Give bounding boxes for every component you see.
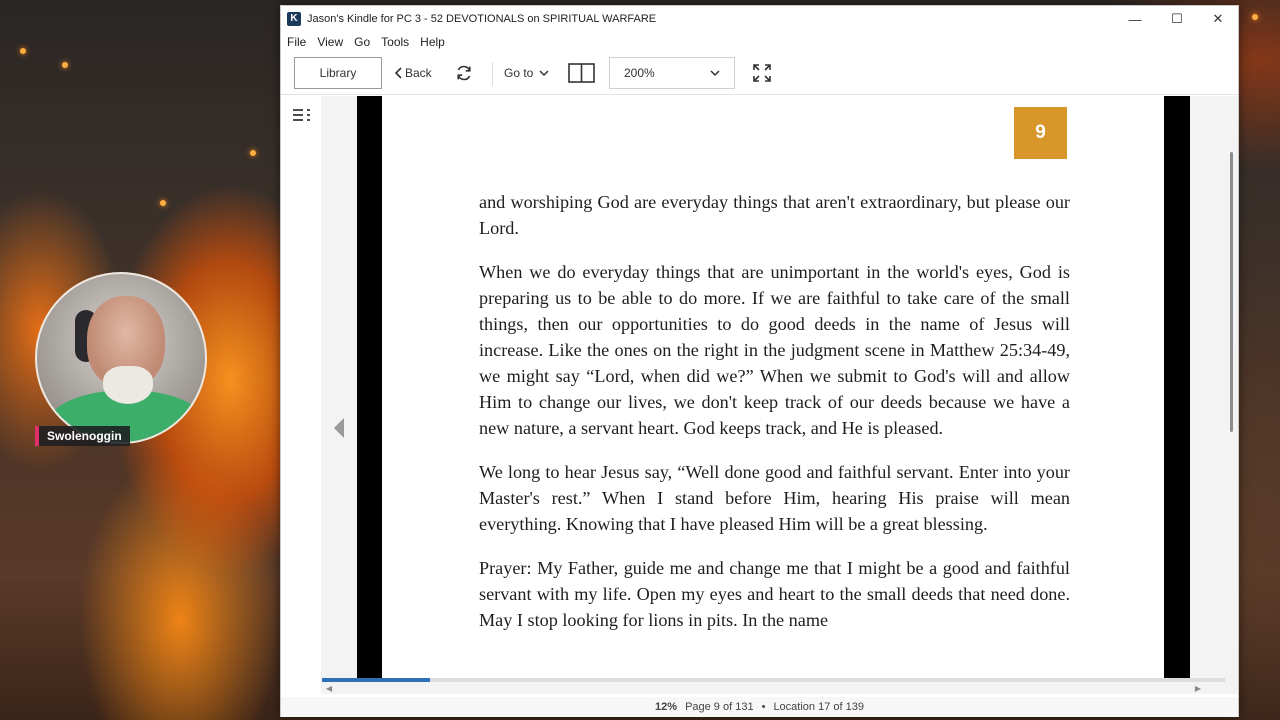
scroll-right-arrow-icon[interactable]: ▶ xyxy=(1195,684,1201,693)
webcam-overlay xyxy=(35,272,207,444)
goto-button[interactable]: Go to xyxy=(504,57,551,89)
ember xyxy=(20,48,26,54)
reading-area: 9 and worshiping God are everyday things… xyxy=(281,96,1238,694)
close-button[interactable]: ✕ xyxy=(1197,6,1239,32)
ember xyxy=(250,150,256,156)
menu-tools[interactable]: Tools xyxy=(381,35,409,49)
goto-label: Go to xyxy=(504,66,534,80)
menu-help[interactable]: Help xyxy=(420,35,445,49)
page-layout-icon xyxy=(568,63,595,83)
ember xyxy=(160,200,166,206)
zoom-select[interactable]: 200% xyxy=(609,57,735,89)
fullscreen-icon xyxy=(753,64,771,82)
page-text: and worshiping God are everyday things t… xyxy=(479,189,1070,651)
previous-page-button[interactable] xyxy=(333,417,345,439)
chevron-down-icon xyxy=(539,70,549,77)
chevron-down-icon xyxy=(710,70,720,77)
back-button[interactable]: Back xyxy=(393,57,432,89)
minimize-button[interactable]: — xyxy=(1114,6,1156,32)
sync-icon xyxy=(457,65,471,81)
maximize-button[interactable]: ☐ xyxy=(1156,6,1198,32)
ember xyxy=(1252,14,1258,20)
reading-progress-fill xyxy=(322,678,431,682)
webcam-name-label: Swolenoggin xyxy=(35,426,130,446)
status-separator: • xyxy=(761,701,766,713)
kindle-window: K Jason's Kindle for PC 3 - 52 DEVOTIONA… xyxy=(280,5,1239,717)
library-button[interactable]: Library xyxy=(294,57,382,89)
fullscreen-button[interactable] xyxy=(752,63,772,83)
title-bar: K Jason's Kindle for PC 3 - 52 DEVOTIONA… xyxy=(281,6,1238,32)
webcam-beard xyxy=(103,366,153,404)
zoom-value: 200% xyxy=(624,66,655,80)
table-of-contents-icon xyxy=(293,109,310,121)
back-chevron-icon xyxy=(394,67,402,79)
paragraph: When we do everyday things that are unim… xyxy=(479,262,1070,438)
vertical-scrollbar[interactable] xyxy=(1225,96,1238,678)
chapter-number-badge: 9 xyxy=(1014,107,1067,159)
book-page: 9 and worshiping God are everyday things… xyxy=(382,96,1164,678)
side-rail xyxy=(281,96,321,694)
progress-percent: 12% xyxy=(655,701,678,713)
table-of-contents-button[interactable] xyxy=(292,108,312,124)
paragraph: and worshiping God are everyday things t… xyxy=(479,192,1070,238)
window-title: Jason's Kindle for PC 3 - 52 DEVOTIONALS… xyxy=(307,13,657,25)
back-label: Back xyxy=(405,66,432,80)
status-bar: 12% Page 9 of 131 • Location 17 of 139 xyxy=(281,697,1238,717)
previous-page-arrow-icon xyxy=(334,418,344,438)
menu-go[interactable]: Go xyxy=(354,35,370,49)
vertical-scroll-thumb[interactable] xyxy=(1230,152,1233,432)
paragraph: Prayer: My Father, guide me and change m… xyxy=(479,558,1070,630)
scroll-left-arrow-icon[interactable]: ◀ xyxy=(326,684,332,693)
page-layout-button[interactable] xyxy=(568,62,595,84)
location-info: Location 17 of 139 xyxy=(773,701,864,713)
menu-view[interactable]: View xyxy=(317,35,343,49)
app-icon: K xyxy=(287,12,301,26)
page-info: Page 9 of 131 xyxy=(685,701,754,713)
menu-file[interactable]: File xyxy=(287,35,306,49)
ember xyxy=(62,62,68,68)
paragraph: We long to hear Jesus say, “Well done go… xyxy=(479,462,1070,534)
toolbar: Library Back Go to 200% xyxy=(281,52,1238,95)
sync-button[interactable] xyxy=(453,60,475,86)
toolbar-separator xyxy=(492,62,493,86)
menu-bar: File View Go Tools Help xyxy=(281,32,1238,52)
horizontal-scrollbar[interactable]: ◀ ▶ xyxy=(322,684,1225,694)
reading-progress-bar[interactable] xyxy=(322,678,1225,682)
